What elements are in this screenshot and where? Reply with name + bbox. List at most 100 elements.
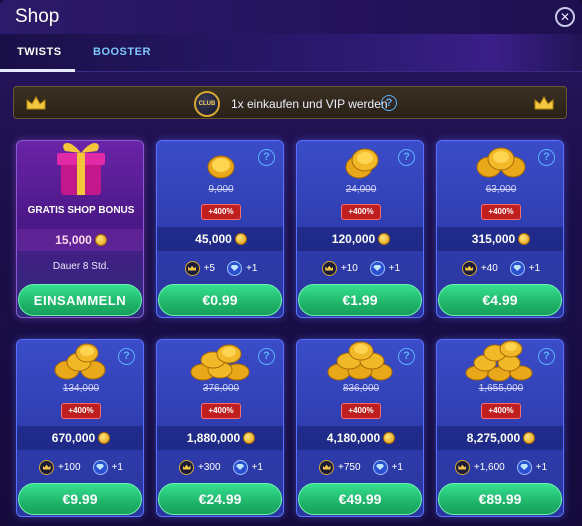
bonus-percent-badge: +400% <box>481 403 521 419</box>
free-bonus-title: GRATIS SHOP BONUS <box>27 205 135 216</box>
amount-row: 45,000 <box>157 227 283 251</box>
coin-icon <box>243 432 256 444</box>
coin-stack-icon <box>465 340 533 382</box>
coin-icon <box>94 234 107 246</box>
vip-points: +300 <box>198 461 221 473</box>
gift-box-icon <box>57 142 105 195</box>
free-bonus-duration: Dauer 8 Std. <box>52 261 110 272</box>
amount-row: 4,180,000 <box>297 426 423 450</box>
club-badge: CLUB <box>194 91 220 117</box>
gem-count: +1 <box>391 461 403 473</box>
buy-button[interactable]: €89.99 <box>438 483 562 515</box>
vip-banner-text: 1x einkaufen und VIP werden <box>231 97 388 111</box>
old-amount: 9,000 <box>208 184 234 195</box>
gem-icon <box>369 260 385 276</box>
old-amount: 836,000 <box>342 383 380 394</box>
amount-row: 315,000 <box>437 227 563 251</box>
gem-icon <box>232 459 248 475</box>
gem-icon <box>227 260 242 276</box>
offer-card: ? 24,000 +400% 120,000 +10 +1 €1.99 <box>296 140 424 318</box>
vip-points-icon <box>319 459 335 475</box>
bonus-percent-badge: +400% <box>341 403 381 419</box>
gem-count: +1 <box>535 461 548 473</box>
coin-stack-icon <box>54 343 106 380</box>
old-amount: 63,000 <box>485 184 517 195</box>
gem-icon <box>372 459 388 475</box>
vip-points-icon <box>179 459 195 475</box>
coin-icon <box>518 233 531 245</box>
coin-amount: 45,000 <box>195 232 232 246</box>
old-amount: 134,000 <box>62 383 100 394</box>
bonus-row: +300 +1 <box>157 456 283 478</box>
tab-twists[interactable]: TWISTS <box>17 46 62 58</box>
buy-button[interactable]: €1.99 <box>298 284 422 316</box>
coin-icon <box>383 432 396 444</box>
vip-points-icon <box>184 260 200 276</box>
buy-button[interactable]: €0.99 <box>158 284 282 316</box>
coin-amount: 670,000 <box>51 431 96 445</box>
coin-amount: 4,180,000 <box>326 431 381 445</box>
bonus-percent-badge: +400% <box>341 204 381 220</box>
free-bonus-card: GRATIS SHOP BONUS 15,000 Dauer 8 Std. EI… <box>16 140 144 318</box>
coin-stack-icon <box>345 148 379 179</box>
coin-amount: 1,880,000 <box>186 431 241 445</box>
vip-points: +750 <box>338 461 361 473</box>
crown-icon <box>534 96 554 110</box>
free-bonus-amount: 15,000 <box>55 233 92 247</box>
bonus-percent-badge: +400% <box>61 403 101 419</box>
tab-bar: TWISTS BOOSTER <box>0 34 582 72</box>
shop-window: Shop ✕ TWISTS BOOSTER CLUB 1x einkaufen … <box>0 0 582 526</box>
offer-card: ? 9,000 +400% 45,000 +5 +1 €0.99 <box>156 140 284 318</box>
free-bonus-amount-row: 15,000 <box>17 229 143 251</box>
offer-card: ? 134,000 +400% 670,000 +100 +1 €9.99 <box>16 339 144 517</box>
vip-points-icon <box>321 260 337 276</box>
coin-amount: 8,275,000 <box>466 431 521 445</box>
offer-card: ? 376,000 +400% 1,880,000 +300 +1 €24.99 <box>156 339 284 517</box>
help-icon[interactable]: ? <box>381 95 397 111</box>
gem-icon <box>516 459 532 475</box>
close-icon: ✕ <box>559 10 571 24</box>
vip-points: +10 <box>340 262 358 274</box>
gem-icon <box>92 459 108 475</box>
coin-stack-icon <box>327 341 393 381</box>
old-amount: 376,000 <box>202 383 240 394</box>
window-title: Shop <box>15 6 60 27</box>
coin-icon <box>378 233 391 245</box>
coin-icon <box>234 233 247 245</box>
bonus-percent-badge: +400% <box>201 204 241 220</box>
amount-row: 670,000 <box>17 426 143 450</box>
collect-button[interactable]: EINSAMMELN <box>18 284 142 316</box>
buy-button[interactable]: €24.99 <box>158 483 282 515</box>
gem-count: +1 <box>251 461 263 473</box>
gem-count: +1 <box>246 262 258 274</box>
vip-points: +40 <box>480 262 498 274</box>
buy-button[interactable]: €9.99 <box>18 483 142 515</box>
bonus-row: +5 +1 <box>157 257 283 279</box>
close-button[interactable]: ✕ <box>555 7 575 27</box>
amount-row: 8,275,000 <box>437 426 563 450</box>
amount-row: 1,880,000 <box>157 426 283 450</box>
bonus-row: +1,600 +1 <box>437 456 563 478</box>
old-amount: 1,655,000 <box>478 383 524 394</box>
gem-count: +1 <box>388 262 401 274</box>
old-amount: 24,000 <box>345 184 377 195</box>
vip-points-icon <box>454 459 470 475</box>
coin-amount: 315,000 <box>471 232 516 246</box>
buy-button[interactable]: €4.99 <box>438 284 562 316</box>
gem-count: +1 <box>528 262 541 274</box>
gem-count: +1 <box>111 461 123 473</box>
bonus-row: +750 +1 <box>297 456 423 478</box>
vip-points-icon <box>39 459 55 475</box>
vip-points-icon <box>461 260 477 276</box>
offer-card: ? 1,655,000 +400% 8,275,000 +1,600 +1 €8… <box>436 339 564 517</box>
title-bar: Shop ✕ <box>0 0 582 34</box>
coin-stack-icon <box>476 147 526 178</box>
vip-banner: CLUB 1x einkaufen und VIP werden ? <box>13 86 567 119</box>
tab-booster[interactable]: BOOSTER <box>93 46 151 58</box>
active-tab-indicator <box>0 69 75 72</box>
offer-card: ? 836,000 +400% 4,180,000 +750 +1 €49.99 <box>296 339 424 517</box>
gem-icon <box>509 260 525 276</box>
buy-button[interactable]: €49.99 <box>298 483 422 515</box>
vip-points: +5 <box>203 262 215 274</box>
amount-row: 120,000 <box>297 227 423 251</box>
